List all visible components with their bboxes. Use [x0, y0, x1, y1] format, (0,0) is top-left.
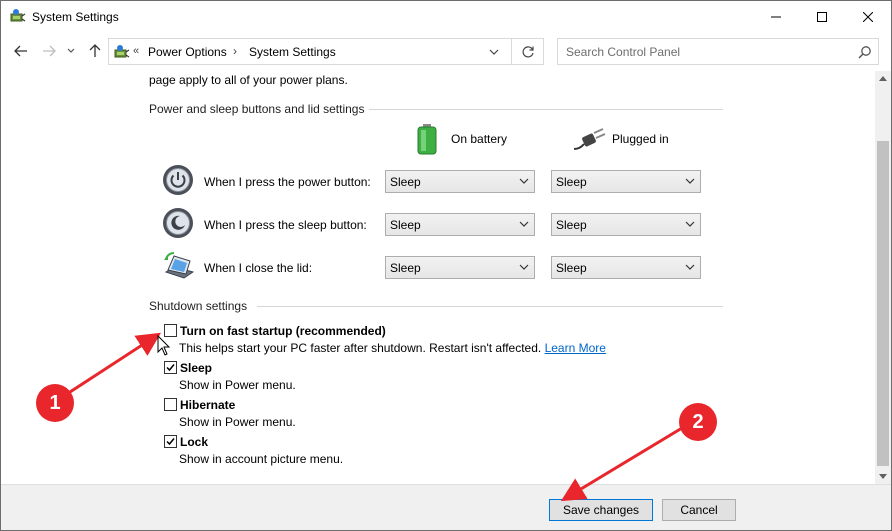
chevron-down-icon [519, 221, 529, 227]
arrow-up-icon [89, 44, 101, 57]
hibernate-option-description: Show in Power menu. [179, 415, 296, 429]
lid-close-plugged-select[interactable]: Sleep [551, 256, 701, 279]
close-button[interactable] [845, 1, 891, 32]
chevron-down-icon [685, 264, 695, 270]
chevron-down-icon [685, 178, 695, 184]
lid-close-label: When I close the lid: [204, 261, 313, 275]
chevron-down-icon [685, 221, 695, 227]
search-box[interactable] [557, 38, 879, 65]
scroll-down-icon [879, 474, 887, 479]
arrow-right-icon [43, 45, 56, 57]
sleep-button-label: When I press the sleep button: [204, 218, 367, 232]
group-divider [257, 306, 723, 307]
address-dropdown-button[interactable] [487, 46, 501, 58]
shutdown-group-heading: Shutdown settings [149, 299, 248, 313]
control-panel-icon [113, 43, 131, 61]
fast-startup-desc-text: This helps start your PC faster after sh… [179, 341, 542, 355]
lock-checkbox[interactable] [164, 435, 177, 448]
minimize-button[interactable] [753, 1, 799, 32]
save-changes-button[interactable]: Save changes [549, 499, 653, 521]
checkmark-icon [166, 438, 175, 446]
step-badge-2: 2 [679, 403, 717, 441]
chevron-down-icon [519, 264, 529, 270]
breadcrumb-separator[interactable]: › [233, 44, 237, 58]
select-value: Sleep [556, 218, 587, 232]
battery-icon [414, 123, 440, 158]
breadcrumb[interactable]: « Power Options › System Settings [108, 38, 544, 65]
sleep-option-label[interactable]: Sleep [180, 361, 212, 375]
group-divider [369, 109, 723, 110]
scrollbar-thumb[interactable] [877, 141, 889, 466]
power-button-plugged-select[interactable]: Sleep [551, 170, 701, 193]
chevron-down-icon [519, 178, 529, 184]
cancel-button[interactable]: Cancel [662, 499, 736, 521]
sleep-option-description: Show in Power menu. [179, 378, 296, 392]
select-value: Sleep [390, 261, 421, 275]
content-area: page apply to all of your power plans. P… [1, 71, 875, 484]
fast-startup-checkbox[interactable] [164, 324, 177, 337]
plug-icon [572, 127, 606, 156]
sleep-button-plugged-select[interactable]: Sleep [551, 213, 701, 236]
footer-bar: Save changes Cancel [1, 484, 891, 530]
power-button-icon [162, 164, 194, 196]
power-button-battery-select[interactable]: Sleep [385, 170, 535, 193]
lock-option-label[interactable]: Lock [180, 435, 208, 449]
power-options-icon [10, 8, 26, 24]
maximize-button[interactable] [799, 1, 845, 32]
breadcrumb-system-settings[interactable]: System Settings [249, 45, 336, 59]
on-battery-header: On battery [451, 132, 508, 146]
address-bar: « Power Options › System Settings [1, 33, 891, 71]
hibernate-option-label[interactable]: Hibernate [180, 398, 235, 412]
lock-option-description: Show in account picture menu. [179, 452, 344, 466]
vertical-scrollbar[interactable] [875, 71, 891, 484]
sleep-button-battery-select[interactable]: Sleep [385, 213, 535, 236]
chevron-down-icon [489, 49, 499, 55]
sleep-button-icon [162, 207, 194, 239]
learn-more-link[interactable]: Learn More [545, 341, 606, 355]
forward-button[interactable] [40, 42, 58, 60]
sleep-checkbox[interactable] [164, 361, 177, 374]
buttons-group-heading: Power and sleep buttons and lid settings [149, 102, 365, 116]
fast-startup-label[interactable]: Turn on fast startup (recommended) [180, 324, 386, 338]
refresh-button[interactable] [511, 39, 544, 64]
system-settings-window: System Settings « Power Options › System… [0, 0, 892, 531]
fast-startup-description: This helps start your PC faster after sh… [179, 341, 606, 355]
refresh-icon [522, 45, 534, 57]
breadcrumb-overflow[interactable]: « [133, 45, 139, 57]
select-value: Sleep [390, 175, 421, 189]
laptop-lid-icon [162, 250, 195, 282]
hibernate-checkbox[interactable] [164, 398, 177, 411]
plugged-in-header: Plugged in [612, 132, 669, 146]
checkmark-icon [166, 364, 175, 372]
scroll-up-icon [879, 76, 887, 81]
search-icon[interactable] [858, 45, 872, 59]
title-bar: System Settings [1, 1, 891, 33]
select-value: Sleep [556, 261, 587, 275]
recent-locations-button[interactable] [65, 42, 77, 60]
search-input[interactable] [558, 39, 848, 64]
maximize-icon [817, 11, 827, 22]
select-value: Sleep [390, 218, 421, 232]
close-icon [863, 11, 873, 22]
power-button-label: When I press the power button: [204, 175, 371, 189]
minimize-icon [771, 16, 781, 17]
breadcrumb-power-options[interactable]: Power Options [148, 45, 227, 59]
lid-close-battery-select[interactable]: Sleep [385, 256, 535, 279]
intro-text: page apply to all of your power plans. [149, 73, 348, 87]
arrow-left-icon [14, 45, 27, 57]
select-value: Sleep [556, 175, 587, 189]
up-button[interactable] [86, 42, 104, 60]
back-button[interactable] [12, 42, 30, 60]
chevron-down-icon [67, 48, 75, 53]
step-badge-1: 1 [36, 384, 74, 422]
window-title: System Settings [32, 10, 119, 24]
